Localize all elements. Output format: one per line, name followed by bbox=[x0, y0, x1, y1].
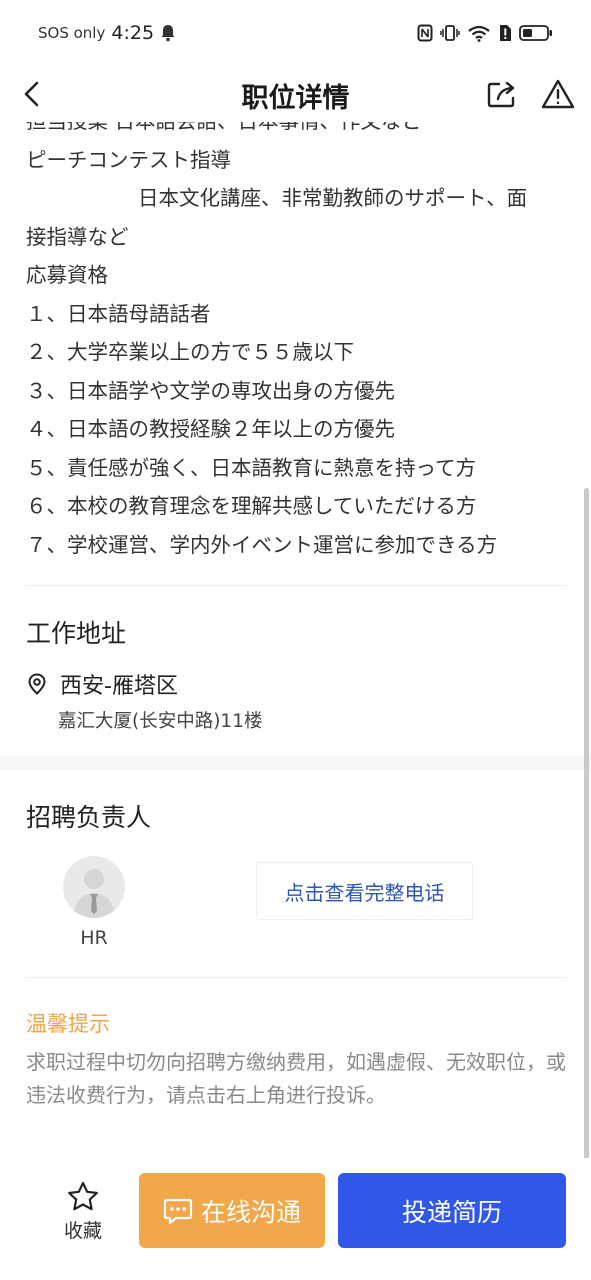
sim-alert-icon bbox=[500, 25, 511, 41]
wifi-icon bbox=[468, 25, 490, 42]
carrier-text: SOS only bbox=[38, 24, 106, 42]
scrollbar[interactable] bbox=[584, 488, 589, 1160]
top-nav-bar: 职位详情 bbox=[0, 66, 591, 122]
job-detail-content[interactable]: 担当授業 日本語会話、日本事情、作文など ピーチコンテスト指導 日本文化講座、非… bbox=[0, 122, 591, 1158]
share-icon[interactable] bbox=[486, 78, 518, 110]
person-avatar-icon bbox=[73, 869, 115, 918]
section-separator bbox=[0, 756, 591, 770]
description-line: 担当授業 日本語会話、日本事情、作文など bbox=[26, 122, 571, 141]
submit-resume-button[interactable]: 投递简历 bbox=[338, 1173, 566, 1248]
section-divider bbox=[26, 977, 566, 978]
description-line: ２、大学卒業以上の方で５５歳以下 bbox=[26, 340, 354, 364]
status-bar: SOS only 4:25 bbox=[0, 0, 591, 66]
work-address-detail: 嘉汇大厦(长安中路)11楼 bbox=[58, 711, 263, 732]
nfc-icon bbox=[417, 24, 433, 42]
section-divider bbox=[26, 585, 566, 586]
star-outline-icon bbox=[68, 1181, 98, 1211]
description-line: ３、日本語学や文学の専攻出身の方優先 bbox=[26, 378, 395, 403]
location-pin-icon bbox=[28, 673, 46, 695]
resume-label: 投递简历 bbox=[401, 1197, 502, 1227]
job-description: 担当授業 日本語会話、日本事情、作文など ピーチコンテスト指導 日本文化講座、非… bbox=[26, 122, 571, 564]
clock: 4:25 bbox=[111, 22, 155, 44]
description-line: 日本文化講座、非常勤教師のサポート、面 bbox=[138, 186, 528, 210]
bottom-action-bar: 收藏 在线沟通 投递简历 bbox=[0, 1158, 591, 1280]
work-address-title: 工作地址 bbox=[26, 619, 127, 648]
tips-text: 求职过程中切勿向招聘方缴纳费用，如遇虚假、无效职位，或违法收费行为，请点击右上角… bbox=[26, 1050, 566, 1107]
recruiter-name: HR bbox=[80, 927, 108, 949]
chat-label: 在线沟通 bbox=[200, 1197, 301, 1227]
description-line: ４、日本語の教授経験２年以上の方優先 bbox=[26, 417, 395, 441]
description-line: ピーチコンテスト指導 bbox=[26, 147, 231, 172]
description-line: 応募資格 bbox=[26, 263, 108, 287]
battery-icon bbox=[519, 25, 552, 41]
online-chat-button[interactable]: 在线沟通 bbox=[139, 1173, 325, 1248]
favorite-button[interactable]: 收藏 bbox=[50, 1180, 116, 1244]
avatar bbox=[63, 856, 125, 918]
description-line: 接指導など bbox=[26, 224, 129, 249]
vibrate-icon bbox=[440, 25, 460, 41]
recruiter-title: 招聘负责人 bbox=[26, 803, 152, 832]
description-line: ７、学校運営、学内外イベント運営に参加できる方 bbox=[26, 532, 498, 557]
description-line: ６、本校の教育理念を理解共感していただける方 bbox=[26, 494, 477, 518]
description-line: １、日本語母語話者 bbox=[26, 301, 211, 326]
warning-icon[interactable] bbox=[541, 78, 575, 110]
tips-title: 温馨提示 bbox=[26, 1012, 110, 1036]
work-city: 西安-雁塔区 bbox=[60, 674, 178, 699]
favorite-label: 收藏 bbox=[63, 1220, 102, 1242]
view-phone-button[interactable]: 点击查看完整电话 bbox=[256, 862, 473, 920]
description-line: ５、責任感が強く、日本語教育に熱意を持って方 bbox=[26, 455, 476, 480]
chat-bubble-icon bbox=[163, 1198, 193, 1224]
bell-icon bbox=[161, 25, 175, 42]
